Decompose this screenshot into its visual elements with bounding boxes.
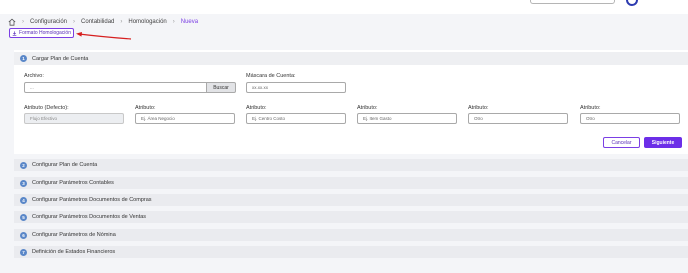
breadcrumb: › Configuración › Contabilidad › Homolog… xyxy=(8,17,198,27)
accordion-section-2[interactable]: 2 Configurar Plan de Cuenta xyxy=(14,158,688,171)
cancelar-button[interactable]: Cancelar xyxy=(603,137,640,148)
top-search-input[interactable] xyxy=(530,0,615,4)
archivo-field[interactable]: ... xyxy=(24,82,207,93)
accordion-section-3[interactable]: 3 Configurar Parámetros Contables xyxy=(14,176,688,189)
annotation-arrow xyxy=(76,32,132,40)
breadcrumb-item-configuracion[interactable]: Configuración xyxy=(30,19,67,25)
chevron-right-icon: › xyxy=(22,19,24,25)
atributo-input-2[interactable]: Ej. Centro Costo xyxy=(246,113,346,124)
atributo-defecto-input: Flujo Efectivo xyxy=(24,113,124,124)
step-number-badge: 6 xyxy=(20,231,27,239)
format-homologacion-button[interactable]: Formato Homologación xyxy=(9,28,74,38)
step-number-badge: 4 xyxy=(20,196,27,204)
atributo-input-3[interactable]: Ej. Item Gasto xyxy=(357,113,457,124)
download-icon xyxy=(12,30,17,36)
format-homologacion-label: Formato Homologación xyxy=(19,30,71,36)
step-number-badge: 7 xyxy=(20,248,27,256)
accordion-section-4[interactable]: 4 Configurar Parámetros Documentos de Co… xyxy=(14,193,688,206)
section-1-header[interactable]: 1 Cargar Plan de Cuenta xyxy=(14,52,688,65)
accordion-title: Definición de Estados Financieros xyxy=(32,249,116,255)
atributo-label: Atributo: xyxy=(246,105,267,111)
atributo-input-5[interactable]: Otro xyxy=(580,113,680,124)
chevron-right-icon: › xyxy=(73,19,76,25)
breadcrumb-item-contabilidad[interactable]: Contabilidad xyxy=(81,19,114,25)
top-bar xyxy=(0,0,688,14)
accordion-title: Configurar Parámetros Documentos de Vent… xyxy=(32,214,147,220)
breadcrumb-current: Nueva xyxy=(180,19,199,25)
chevron-right-icon: › xyxy=(172,19,175,25)
mascara-cuenta-input[interactable]: xx.xx.xx xyxy=(246,82,346,93)
accordion-title: Configurar Plan de Cuenta xyxy=(32,162,98,168)
atributo-label: Atributo: xyxy=(468,105,489,111)
archivo-label: Archivo: xyxy=(24,73,44,79)
accordion-section-5[interactable]: 5 Configurar Parámetros Documentos de Ve… xyxy=(14,210,688,223)
chevron-right-icon: › xyxy=(120,19,123,25)
buscar-button[interactable]: Buscar xyxy=(207,82,236,93)
breadcrumb-item-homologacion[interactable]: Homologación xyxy=(128,19,166,25)
step-number-badge: 3 xyxy=(20,179,27,187)
atributo-input-1[interactable]: Ej. Área Negocio xyxy=(135,113,235,124)
accordion-section-7[interactable]: 7 Definición de Estados Financieros xyxy=(14,245,688,258)
accordion-section-6[interactable]: 6 Configurar Parámetros de Nómina xyxy=(14,228,688,241)
accordion-title: Configurar Parámetros Contables xyxy=(32,180,114,186)
atributo-input-4[interactable]: Otro xyxy=(468,113,568,124)
atributo-label: Atributo: xyxy=(580,105,601,111)
step-number-badge: 2 xyxy=(20,161,27,169)
accordion-title: Configurar Parámetros de Nómina xyxy=(32,232,116,238)
accordion-title: Configurar Parámetros Documentos de Comp… xyxy=(32,197,152,203)
atributo-label: Atributo: xyxy=(357,105,378,111)
home-icon[interactable] xyxy=(8,18,16,26)
section-1-title: Cargar Plan de Cuenta xyxy=(32,55,89,62)
step-number-badge: 5 xyxy=(20,213,27,221)
mascara-label: Máscara de Cuenta: xyxy=(246,73,296,79)
siguiente-button[interactable]: Siguiente xyxy=(644,137,682,148)
atributo-defecto-label: Atributo (Defecto): xyxy=(24,105,69,111)
user-avatar[interactable] xyxy=(626,0,638,6)
atributo-label: Atributo: xyxy=(135,105,156,111)
step-number-badge: 1 xyxy=(20,55,27,62)
section-1-panel xyxy=(14,50,688,154)
